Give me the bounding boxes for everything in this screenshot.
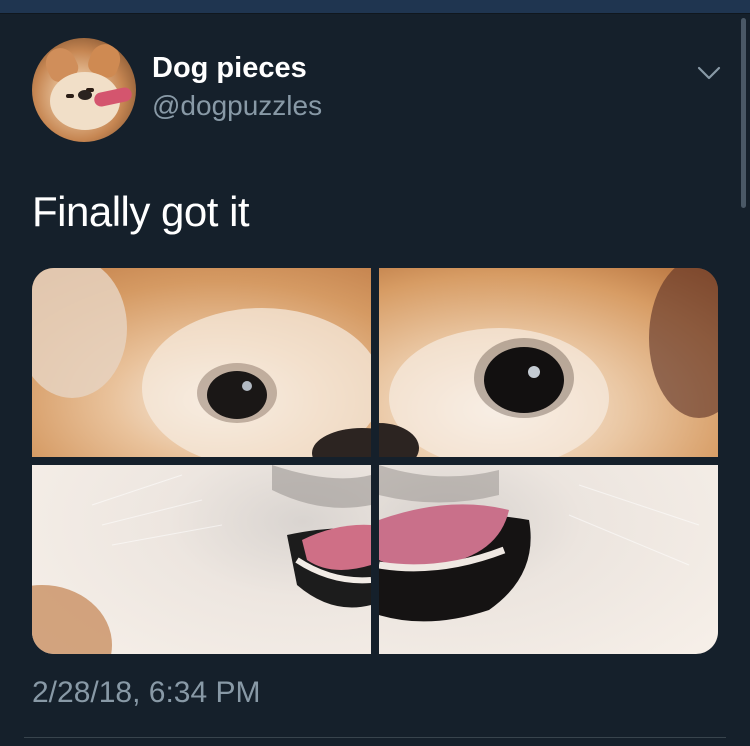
tweet-text: Finally got it [32,188,250,235]
media-photo-2[interactable] [379,268,718,457]
status-bar [0,0,750,13]
avatar-dog-nose [78,90,92,100]
avatar-dog-eye [66,94,74,98]
tweet-detail-screen: Dog pieces @dogpuzzles Finally got it 2/… [0,0,750,746]
avatar[interactable] [32,38,136,142]
tweet-timestamp: 2/28/18, 6:34 PM [32,676,261,709]
top-divider [0,13,750,14]
scrollbar[interactable] [741,18,746,208]
media-photo-1[interactable] [32,268,371,457]
media-photo-3[interactable] [32,465,371,654]
media-photo-4[interactable] [379,465,718,654]
display-name[interactable]: Dog pieces [152,52,307,85]
media-grid[interactable] [32,268,718,654]
user-handle[interactable]: @dogpuzzles [152,90,322,122]
divider [24,737,726,738]
chevron-down-icon[interactable] [696,60,722,86]
